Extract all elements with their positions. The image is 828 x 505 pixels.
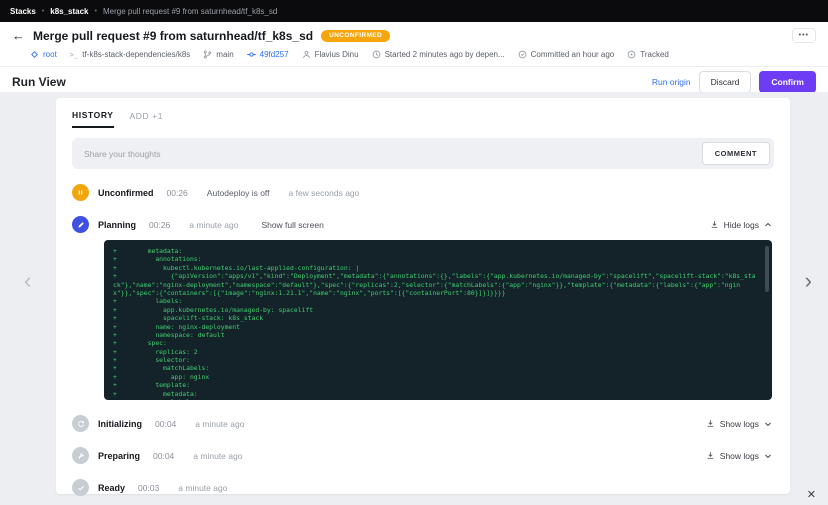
meta-branch[interactable]: main — [203, 50, 234, 59]
commit-icon — [246, 50, 256, 59]
runview-title: Run View — [12, 74, 66, 89]
download-logs-icon[interactable] — [710, 220, 719, 229]
status-badge: UNCONFIRMED — [321, 29, 391, 42]
branch-icon — [203, 50, 212, 59]
ready-state-icon — [72, 479, 89, 496]
logs-toggle-label: Hide logs — [723, 219, 759, 230]
page-title: Merge pull request #9 from saturnhead/tf… — [33, 28, 314, 43]
preparing-state-icon — [72, 447, 89, 464]
entry-time: a minute ago — [195, 418, 245, 429]
entry-duration: 00:26 — [166, 187, 188, 198]
meta-author-label: Flavius Dinu — [314, 50, 359, 59]
meta-committed: Committed an hour ago — [518, 50, 615, 59]
timeline-entry-preparing: Preparing 00:04 a minute ago Show logs — [72, 447, 774, 464]
tab-bar: HISTORY ADD +1 — [70, 108, 776, 128]
meta-project: >_ tf-k8s-stack-dependencies/k8s — [70, 50, 191, 59]
timeline-entry-planning: Planning 00:26 a minute ago Show full sc… — [72, 216, 774, 233]
entry-time: a few seconds ago — [288, 187, 360, 198]
timeline-entry-initializing: Initializing 00:04 a minute ago Show log… — [72, 415, 774, 432]
back-arrow-icon[interactable]: ← — [12, 28, 25, 43]
space-icon — [30, 50, 39, 59]
entry-label: Planning — [98, 219, 136, 230]
preparing-logs-toggle[interactable]: Show logs — [706, 451, 772, 461]
terminal-scrollbar[interactable] — [765, 246, 769, 292]
meta-space-label: root — [43, 50, 57, 59]
meta-started: Started 2 minutes ago by depen... — [372, 50, 505, 59]
run-origin-link[interactable]: Run origin — [652, 77, 691, 87]
meta-tracked: Tracked — [627, 50, 669, 59]
initializing-logs-toggle[interactable]: Show logs — [706, 419, 772, 429]
user-icon — [302, 50, 311, 59]
run-meta-row: root >_ tf-k8s-stack-dependencies/k8s ma… — [30, 50, 816, 59]
entry-time: a minute ago — [193, 450, 243, 461]
entry-time: a minute ago — [189, 219, 239, 230]
run-header: ← Merge pull request #9 from saturnhead/… — [0, 22, 828, 67]
chevron-down-icon — [764, 452, 772, 460]
entry-duration: 00:04 — [153, 450, 175, 461]
unconfirmed-state-icon — [72, 184, 89, 201]
chevron-up-icon — [764, 221, 772, 229]
tab-history[interactable]: HISTORY — [72, 110, 114, 128]
tab-add-label: ADD — [129, 111, 150, 121]
entry-time: a minute ago — [178, 482, 228, 493]
meta-commit-label: 49fd257 — [259, 50, 289, 59]
breadcrumb-stacks[interactable]: Stacks — [10, 7, 36, 16]
entry-note: Autodeploy is off — [206, 187, 270, 198]
entry-label: Unconfirmed — [98, 187, 154, 198]
comment-box: COMMENT — [72, 138, 774, 169]
run-history-card: HISTORY ADD +1 COMMENT Unconfirmed 00:26… — [56, 98, 790, 496]
breadcrumb-stack-name[interactable]: k8s_stack — [50, 7, 88, 16]
comment-input[interactable] — [76, 142, 702, 165]
comment-button[interactable]: COMMENT — [701, 142, 770, 165]
entry-duration: 00:04 — [155, 418, 177, 429]
breadcrumb-run-name: Merge pull request #9 from saturnhead/tf… — [102, 6, 278, 16]
next-run-arrow[interactable]: › — [805, 270, 812, 292]
meta-tracked-label: Tracked — [640, 50, 669, 59]
entry-duration: 00:03 — [138, 482, 160, 493]
meta-author: Flavius Dinu — [302, 50, 359, 59]
shell-prompt-icon: >_ — [69, 50, 79, 59]
meta-space[interactable]: root — [30, 50, 57, 59]
show-full-screen-link[interactable]: Show full screen — [261, 220, 323, 230]
ellipsis-icon: ••• — [798, 32, 809, 39]
tracked-icon — [627, 50, 636, 59]
meta-commit[interactable]: 49fd257 — [246, 50, 289, 59]
initializing-state-icon — [72, 415, 89, 432]
clock-icon — [372, 50, 381, 59]
download-logs-icon[interactable] — [706, 419, 715, 428]
logs-toggle-label: Show logs — [719, 450, 759, 461]
entry-label: Preparing — [98, 450, 141, 461]
confirm-button[interactable]: Confirm — [759, 70, 816, 93]
entry-duration: 00:26 — [149, 219, 171, 230]
logs-toggle-label: Show logs — [719, 418, 759, 429]
commit-clock-icon — [518, 50, 527, 59]
meta-project-label: tf-k8s-stack-dependencies/k8s — [82, 50, 191, 59]
more-menu-button[interactable]: ••• — [791, 28, 816, 43]
planning-log-terminal[interactable]: + metadata: + annotations: + kubectl.kub… — [104, 240, 772, 400]
breadcrumb-separator: • — [41, 7, 45, 15]
download-logs-icon[interactable] — [706, 451, 715, 460]
discard-button[interactable]: Discard — [698, 70, 752, 93]
timeline-entry-ready: Ready 00:03 a minute ago — [72, 479, 774, 496]
run-content: ‹ › ✕ HISTORY ADD +1 COMMENT Unconfirmed… — [0, 92, 828, 505]
chevron-down-icon — [764, 420, 772, 428]
prev-run-arrow[interactable]: ‹ — [24, 270, 31, 292]
meta-committed-label: Committed an hour ago — [530, 50, 615, 59]
entry-label: Initializing — [98, 418, 142, 429]
planning-log-text: + metadata: + annotations: + kubectl.kub… — [113, 247, 756, 400]
tab-add-count: +1 — [152, 111, 164, 121]
breadcrumb-separator: • — [94, 7, 97, 15]
breadcrumb: Stacks • k8s_stack • Merge pull request … — [0, 0, 828, 22]
tab-add[interactable]: ADD +1 — [130, 111, 164, 127]
planning-logs-toggle[interactable]: Hide logs — [710, 220, 772, 230]
close-icon[interactable]: ✕ — [807, 488, 816, 501]
meta-started-label: Started 2 minutes ago by depen... — [384, 50, 505, 59]
meta-branch-label: main — [216, 50, 234, 59]
timeline-entry-unconfirmed: Unconfirmed 00:26 Autodeploy is off a fe… — [72, 184, 774, 201]
planning-state-icon — [72, 216, 89, 233]
entry-label: Ready — [98, 482, 126, 493]
